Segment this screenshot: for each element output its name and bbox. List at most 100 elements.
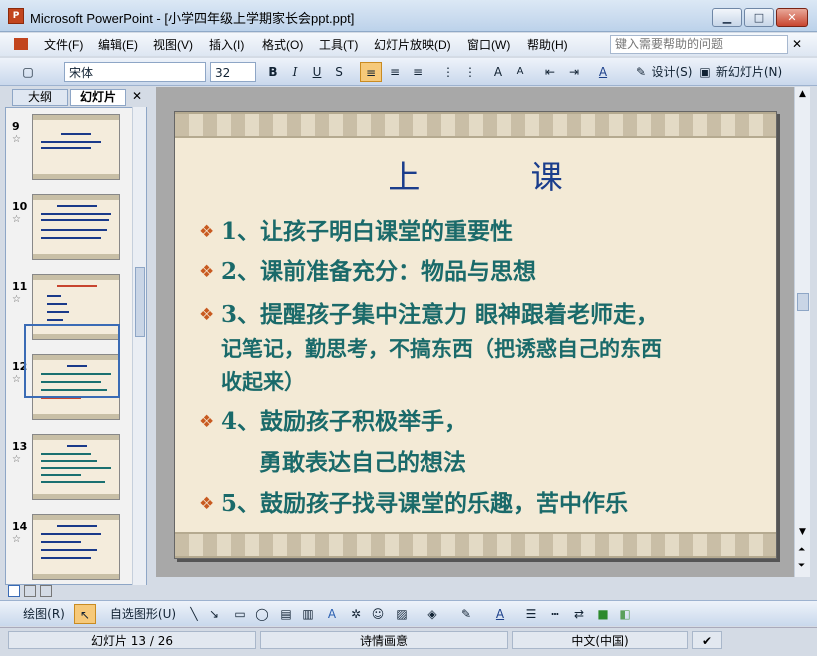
decrease-indent-icon[interactable]: ⇤ <box>540 62 560 82</box>
new-slide-button[interactable]: 新幻灯片(N) <box>714 62 784 82</box>
help-search-input[interactable]: 键入需要帮助的问题 <box>610 35 788 54</box>
slide-thumbnail[interactable] <box>32 514 120 580</box>
tab-slides[interactable]: 幻灯片 <box>70 89 126 106</box>
diagram-icon[interactable]: ✲ <box>348 604 364 624</box>
slideshow-view-icon[interactable] <box>40 585 52 597</box>
close-doc-icon[interactable]: ✕ <box>792 37 802 51</box>
scroll-thumb[interactable] <box>135 267 145 337</box>
prev-slide-icon[interactable]: ⏶ <box>798 545 805 555</box>
menu-insert[interactable]: 插入(I) <box>209 36 244 53</box>
rectangle-icon[interactable]: ▭ <box>232 604 248 624</box>
fill-color-icon[interactable]: ◈ <box>422 604 442 624</box>
new-doc-icon[interactable]: ▢ <box>18 62 38 82</box>
menu-help[interactable]: 帮助(H) <box>527 36 568 53</box>
bold-button[interactable]: B <box>264 62 282 82</box>
maximize-button[interactable]: □ <box>744 8 774 27</box>
scroll-thumb[interactable] <box>797 293 809 311</box>
menu-view[interactable]: 视图(V) <box>153 36 193 53</box>
menu-format[interactable]: 格式(O) <box>262 36 303 53</box>
sorter-view-icon[interactable] <box>24 585 36 597</box>
design-template-name: 诗情画意 <box>260 631 508 649</box>
normal-view-icon[interactable] <box>8 585 20 597</box>
menu-file[interactable]: 文件(F) <box>44 36 83 53</box>
bullet-text-continued[interactable]: 勇敢表达自己的想法 <box>259 446 466 480</box>
align-center-icon[interactable]: ≡ <box>385 62 405 82</box>
top-border-pattern <box>175 112 776 138</box>
3d-style-icon[interactable]: ◧ <box>616 604 634 624</box>
menu-window[interactable]: 窗口(W) <box>467 36 510 53</box>
autoshapes-menu[interactable]: 自选图形(U) <box>104 604 182 624</box>
bullet-text[interactable]: 3、提醒孩子集中注意力 眼神跟着老师走， <box>221 298 659 332</box>
menu-slideshow[interactable]: 幻灯片放映(D) <box>374 36 451 53</box>
font-color-draw-icon[interactable]: A <box>490 604 510 624</box>
clipart-icon[interactable]: ☺ <box>370 604 386 624</box>
bullets-icon[interactable]: ⋮ <box>460 62 480 82</box>
bullet-text[interactable]: 4、鼓励孩子积极举手， <box>221 405 467 439</box>
slide-canvas[interactable]: 上 课 ❖ 1、让孩子明白课堂的重要性 ❖ 2、课前准备充分：物品与思想 ❖ 3… <box>174 111 777 559</box>
spelling-icon: ✔ <box>692 631 722 649</box>
bottom-border-pattern <box>175 532 776 558</box>
increase-font-icon[interactable]: A <box>488 62 508 82</box>
transition-icon: ☆ <box>12 374 21 385</box>
close-panel-icon[interactable]: ✕ <box>132 89 142 103</box>
slide-thumbnail[interactable] <box>32 114 120 180</box>
tab-outline[interactable]: 大纲 <box>12 89 68 106</box>
textbox-icon[interactable]: ▤ <box>278 604 294 624</box>
menu-tools[interactable]: 工具(T) <box>319 36 358 53</box>
bullet-text-continued[interactable]: 记笔记，勤思考，不搞东西（把诱惑自己的东西 <box>221 332 662 366</box>
align-left-icon[interactable]: ≡ <box>360 62 382 82</box>
picture-icon[interactable]: ▨ <box>394 604 410 624</box>
diamond-bullet-icon: ❖ <box>199 222 215 242</box>
slide-thumbnail[interactable] <box>32 194 120 260</box>
line-color-icon[interactable]: ✎ <box>456 604 476 624</box>
increase-indent-icon[interactable]: ⇥ <box>564 62 584 82</box>
vertical-textbox-icon[interactable]: ▥ <box>300 604 316 624</box>
numbering-icon[interactable]: ⋮ <box>438 62 458 82</box>
design-icon: ✎ <box>635 65 647 79</box>
shadow-style-icon[interactable]: ■ <box>594 604 612 624</box>
menu-edit[interactable]: 编辑(E) <box>98 36 138 53</box>
line-icon[interactable]: ╲ <box>186 604 202 624</box>
slide-editing-area: 上 课 ❖ 1、让孩子明白课堂的重要性 ❖ 2、课前准备充分：物品与思想 ❖ 3… <box>156 87 794 577</box>
bullet-text[interactable]: 2、课前准备充分：物品与思想 <box>221 255 536 289</box>
thumb-number: 11 <box>12 280 28 293</box>
thumb-number: 14 <box>12 520 28 533</box>
font-select[interactable]: 宋体 <box>64 62 206 82</box>
slide-thumbnail-selected[interactable] <box>32 434 120 500</box>
line-style-icon[interactable]: ☰ <box>522 604 540 624</box>
diamond-bullet-icon: ❖ <box>199 262 215 282</box>
close-button[interactable]: ✕ <box>776 8 808 27</box>
scroll-down-icon[interactable]: ▼ <box>799 527 806 537</box>
oval-icon[interactable]: ◯ <box>254 604 270 624</box>
bullet-text[interactable]: 1、让孩子明白课堂的重要性 <box>221 215 513 249</box>
select-pointer-icon[interactable]: ↖ <box>74 604 96 624</box>
bullet-text-continued[interactable]: 收起来） <box>221 365 305 399</box>
wordart-icon[interactable]: A <box>324 604 340 624</box>
minimize-button[interactable]: ▁ <box>712 8 742 27</box>
decrease-font-icon[interactable]: A <box>510 62 530 82</box>
underline-button[interactable]: U <box>308 62 326 82</box>
font-size-select[interactable]: 32 <box>210 62 256 82</box>
thumb-number: 13 <box>12 440 28 453</box>
draw-menu[interactable]: 绘图(R) <box>18 604 70 624</box>
shadow-button[interactable]: S <box>330 62 348 82</box>
slide-scrollbar[interactable]: ▲ ▼ ⏶ ⏷ <box>794 87 810 577</box>
scroll-up-icon[interactable]: ▲ <box>799 89 806 99</box>
drawing-toolbar: 绘图(R) ↖ 自选图形(U) ╲ ↘ ▭ ◯ ▤ ▥ A ✲ ☺ ▨ ◈ ✎ … <box>0 600 817 626</box>
arrow-style-icon[interactable]: ⇄ <box>570 604 588 624</box>
bullet-text[interactable]: 5、鼓励孩子找寻课堂的乐趣，苦中作乐 <box>221 487 628 521</box>
italic-button[interactable]: I <box>286 62 304 82</box>
align-right-icon[interactable]: ≡ <box>408 62 428 82</box>
panel-tabs: 大纲 幻灯片 ✕ <box>8 87 148 106</box>
menu-bar: 文件(F) 编辑(E) 视图(V) 插入(I) 格式(O) 工具(T) 幻灯片放… <box>0 33 817 56</box>
doc-icon[interactable] <box>14 38 28 50</box>
powerpoint-icon: P <box>8 8 24 24</box>
thumb-number: 10 <box>12 200 28 213</box>
design-button[interactable]: 设计(S) <box>650 62 694 82</box>
arrow-icon[interactable]: ↘ <box>206 604 222 624</box>
dash-style-icon[interactable]: ┅ <box>546 604 564 624</box>
slide-title[interactable]: 上 课 <box>175 152 776 198</box>
thumbnail-scrollbar[interactable] <box>132 107 146 585</box>
font-color-icon[interactable]: A <box>590 62 616 82</box>
next-slide-icon[interactable]: ⏷ <box>798 561 805 571</box>
